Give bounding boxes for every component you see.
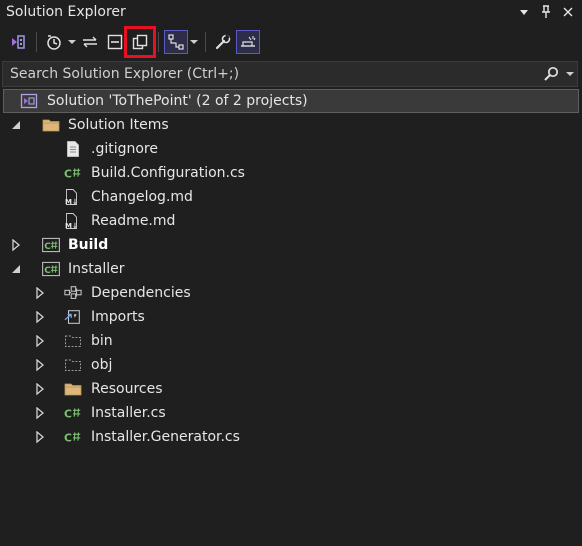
search-icon[interactable] [539,66,563,82]
markdown-file-icon: M↓ [64,212,82,230]
tree-item[interactable]: C Installer.cs [0,401,582,425]
tree-item-label: Changelog.md [91,189,193,205]
tree-item-label: Build.Configuration.cs [91,165,245,181]
pending-changes-filter-button[interactable] [42,30,66,54]
preview-selected-items-button[interactable] [236,30,260,54]
pending-changes-dropdown[interactable] [67,30,77,54]
search-input[interactable] [3,65,539,83]
clock-icon [47,35,61,50]
csharp-file-icon: C [64,164,82,182]
show-all-files-button[interactable] [124,26,156,58]
collapsed-arrow-icon[interactable] [34,287,46,299]
solution-icon [20,92,38,110]
toolbar-separator [36,32,37,52]
panel-title-actions [514,2,578,22]
csharp-project-icon: C [42,260,60,278]
panel-titlebar: Solution Explorer [0,0,582,24]
csharp-project-icon: C [42,236,60,254]
collapse-all-button[interactable] [103,30,127,54]
panel-title: Solution Explorer [6,4,126,20]
search-options-dropdown[interactable] [563,71,577,77]
tree-item-label: Readme.md [91,213,176,229]
tree-item[interactable]: obj [0,353,582,377]
vs-views-icon [12,35,25,49]
collapsed-arrow-icon[interactable] [34,311,46,323]
tree-item-label: .gitignore [91,141,158,157]
tree-item[interactable]: M↓ Changelog.md [0,185,582,209]
folder-icon [42,116,60,134]
csharp-file-icon: C [64,428,82,446]
tree-item-label: Solution Items [68,117,169,133]
hidden-folder-icon [64,332,82,350]
chevron-down-icon [68,40,76,44]
tree-item[interactable]: Imports [0,305,582,329]
dropdown-arrow-icon[interactable] [514,2,534,22]
tree-item[interactable]: C Build.Configuration.cs [0,161,582,185]
svg-text:C: C [64,168,72,181]
toolbar-separator [205,32,206,52]
search-box [2,61,578,87]
collapsed-arrow-icon[interactable] [34,407,46,419]
collapsed-arrow-icon[interactable] [34,359,46,371]
tree-item[interactable]: C Installer.Generator.cs [0,425,582,449]
svg-text:M↓: M↓ [65,222,78,230]
csharp-file-icon: C [64,404,82,422]
close-icon[interactable] [558,2,578,22]
tree-item[interactable]: M↓ Readme.md [0,209,582,233]
expanded-arrow-icon[interactable] [10,263,22,275]
tree-item-label: Installer.Generator.cs [91,429,240,445]
tree-item-label: Imports [91,309,145,325]
tree-item[interactable]: C Build [0,233,582,257]
svg-text:M↓: M↓ [65,198,78,206]
sync-arrows-icon [83,36,97,48]
tree-item-label: Installer [68,261,125,277]
svg-text:C: C [64,408,72,421]
tree-item-label: Resources [91,381,163,397]
collapsed-arrow-icon[interactable] [34,383,46,395]
tree-item[interactable]: Resources [0,377,582,401]
wrench-icon [215,34,231,50]
tree-item-label: Solution 'ToThePoint' (2 of 2 projects) [47,93,308,109]
pin-icon[interactable] [536,2,556,22]
tree-item[interactable]: Solution Items [0,113,582,137]
hidden-folder-icon [64,356,82,374]
tree-item-label: bin [91,333,113,349]
tree-item[interactable]: Dependencies [0,281,582,305]
tree-item[interactable]: bin [0,329,582,353]
switch-views-button[interactable] [6,30,30,54]
tree-item[interactable]: C Installer [0,257,582,281]
tree-item-label: obj [91,357,113,373]
collapse-icon [107,34,123,50]
file-icon [64,140,82,158]
tree-item[interactable]: .gitignore [0,137,582,161]
tree-item-label: Installer.cs [91,405,166,421]
chevron-down-icon [190,40,198,44]
folder-icon [64,380,82,398]
collapsed-arrow-icon[interactable] [10,239,22,251]
imports-icon [64,308,82,326]
copy-icon [132,34,148,50]
markdown-file-icon: M↓ [64,188,82,206]
collapsed-arrow-icon[interactable] [34,335,46,347]
svg-text:C: C [44,242,51,252]
dependencies-icon [64,284,82,302]
tree-item-label: Build [68,237,109,253]
toggle-view-dropdown[interactable] [189,30,199,54]
toggle-view-button[interactable] [164,30,188,54]
properties-button[interactable] [211,30,235,54]
solution-tree: Solution 'ToThePoint' (2 of 2 projects) S… [0,89,582,449]
toolbar-separator [158,32,159,52]
expanded-arrow-icon[interactable] [10,119,22,131]
svg-text:C: C [64,432,72,445]
collapsed-arrow-icon[interactable] [34,431,46,443]
tree-item-label: Dependencies [91,285,191,301]
chevron-down-icon [566,72,574,76]
sync-with-active-document-button[interactable] [78,30,102,54]
preview-icon [241,36,256,47]
solution-root-row[interactable]: Solution 'ToThePoint' (2 of 2 projects) [3,89,579,113]
solution-explorer-toolbar [0,26,582,58]
svg-text:C: C [44,266,51,276]
tree-hierarchy-icon [168,34,184,50]
